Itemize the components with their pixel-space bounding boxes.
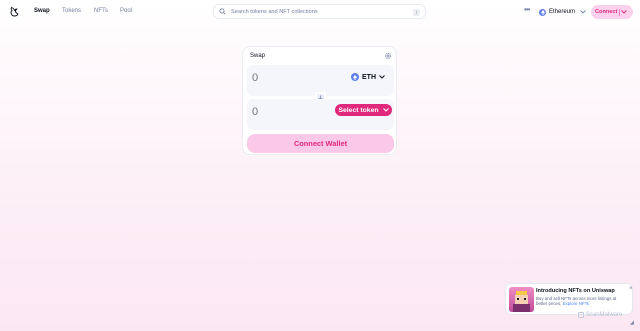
connect-divider	[619, 8, 621, 16]
chevron-down-icon	[580, 10, 586, 14]
more-dots-icon[interactable]: •••	[524, 5, 530, 14]
search-icon	[219, 8, 226, 15]
nav-link-tokens[interactable]: Tokens	[62, 8, 81, 14]
watermark-text: ScanMalware	[586, 312, 623, 318]
network-selector[interactable]: Ethereum	[539, 6, 586, 18]
output-token-panel: Select token	[247, 99, 394, 130]
top-navbar: Swap Tokens NFTs Pool / ••• Ethereum Con…	[0, 0, 640, 24]
input-token-selector[interactable]: ETH	[351, 71, 385, 83]
explore-nfts-link[interactable]: Explore NFTs	[563, 301, 589, 306]
swap-card: Swap ETH Select token Connect Wa	[242, 46, 397, 155]
select-token-button[interactable]: Select token	[335, 104, 392, 116]
connect-button[interactable]: Connect	[591, 5, 633, 19]
popup-title: Introducing NFTs on Uniswap	[536, 288, 615, 294]
ethereum-icon	[351, 73, 359, 81]
nav-link-swap[interactable]: Swap	[34, 8, 50, 14]
popup-body: Buy and sell NFTs across more listings a…	[536, 296, 626, 307]
output-amount-field[interactable]	[252, 106, 312, 118]
nft-thumbnail	[509, 287, 534, 312]
chevron-down-icon	[621, 10, 628, 14]
nav-link-pool[interactable]: Pool	[120, 8, 132, 14]
connect-wallet-button[interactable]: Connect Wallet	[247, 134, 394, 153]
nav-link-nfts[interactable]: NFTs	[94, 8, 108, 14]
corner-arrow-icon: ◢	[630, 320, 634, 326]
chevron-down-icon	[382, 108, 389, 112]
network-label: Ethereum	[549, 9, 576, 15]
input-amount-field[interactable]	[252, 72, 312, 84]
search-input[interactable]	[231, 8, 411, 15]
nft-announcement-popup[interactable]: Introducing NFTs on Uniswap Buy and sell…	[505, 283, 633, 315]
uniswap-logo-icon[interactable]	[9, 6, 21, 18]
close-icon[interactable]: ×	[629, 286, 633, 292]
watermark: ScanMalware	[578, 312, 622, 318]
connect-label: Connect	[595, 9, 618, 15]
chevron-down-icon	[379, 75, 385, 79]
nft-character-icon	[513, 291, 530, 312]
swap-card-title: Swap	[250, 53, 266, 59]
gear-icon[interactable]	[384, 52, 392, 60]
ethereum-icon	[539, 8, 546, 16]
search-shortcut-key: /	[413, 8, 420, 16]
watermark-logo-icon	[578, 312, 584, 318]
select-token-label: Select token	[338, 106, 379, 114]
input-token-symbol: ETH	[362, 73, 376, 81]
search-bar[interactable]: /	[213, 4, 426, 19]
